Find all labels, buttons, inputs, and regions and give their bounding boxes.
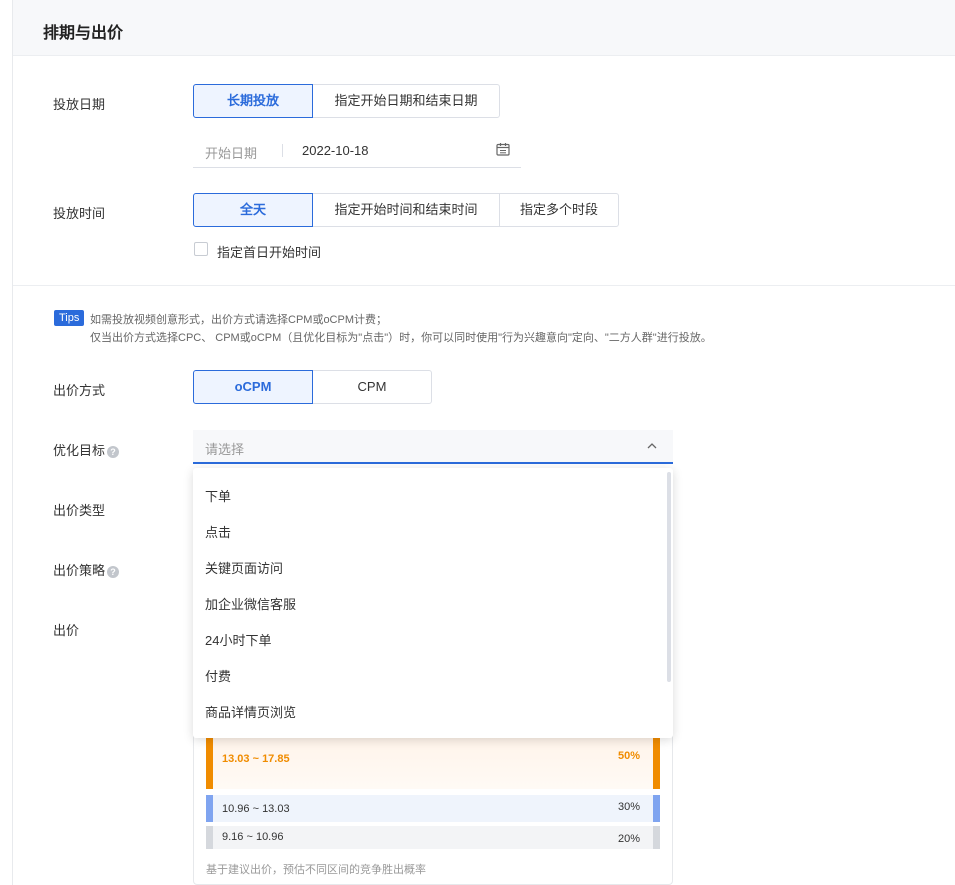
probability-band-low: 9.16 ~ 10.96 20%: [206, 826, 660, 849]
time-option-multi[interactable]: 指定多个时段: [499, 193, 619, 227]
section-divider: [13, 285, 955, 286]
band-right-bar: [653, 737, 660, 789]
goal-option-order-24h[interactable]: 24小时下单: [205, 630, 271, 649]
goal-option-pay[interactable]: 付费: [205, 666, 231, 685]
date-mode-segment: 长期投放 指定开始日期和结束日期: [193, 84, 500, 118]
help-icon[interactable]: ?: [107, 565, 120, 578]
calendar-icon[interactable]: [496, 142, 510, 156]
section-title: 排期与出价: [43, 25, 124, 42]
bid-strategy-label-text: 出价策略: [53, 563, 106, 578]
goal-label-text: 优化目标: [53, 443, 106, 458]
bid-method-label: 出价方式: [53, 383, 106, 398]
band-left-bar: [206, 737, 213, 789]
bid-method-cpm[interactable]: CPM: [312, 370, 432, 404]
section-header: 排期与出价: [13, 0, 955, 56]
bid-strategy-label: 出价策略?: [53, 560, 120, 579]
start-date-picker[interactable]: 开始日期 2022-10-18: [193, 133, 521, 168]
bid-method-ocpm[interactable]: oCPM: [193, 370, 313, 404]
tips-line-2: 仅当出价方式选择CPC、 CPM或oCPM（且优化目标为"点击"）时，你可以同时…: [90, 332, 712, 344]
schedule-bid-card: 排期与出价 投放日期 长期投放 指定开始日期和结束日期 开始日期 2022-10…: [12, 0, 955, 885]
date-label: 投放日期: [53, 97, 106, 112]
tips-line-1: 如需投放视频创意形式，出价方式请选择CPM或oCPM计费；: [90, 314, 388, 326]
time-mode-segment: 全天 指定开始时间和结束时间 指定多个时段: [193, 193, 619, 227]
goal-option-wecom[interactable]: 加企业微信客服: [205, 594, 296, 613]
first-day-checkbox[interactable]: [194, 242, 208, 256]
time-option-range[interactable]: 指定开始时间和结束时间: [312, 193, 500, 227]
start-date-value: 2022-10-18: [302, 143, 369, 158]
goal-select-placeholder: 请选择: [205, 442, 245, 457]
band-left-bar: [206, 826, 213, 849]
bid-label: 出价: [53, 623, 80, 638]
date-option-range[interactable]: 指定开始日期和结束日期: [312, 84, 500, 118]
bid-type-label: 出价类型: [53, 503, 106, 518]
goal-option-key-page[interactable]: 关键页面访问: [205, 558, 283, 577]
band-left-bar: [206, 795, 213, 822]
band-right-bar: [653, 795, 660, 822]
probability-note: 基于建议出价，预估不同区间的竞争胜出概率: [206, 864, 426, 876]
probability-band-high: 13.03 ~ 17.85 50%: [206, 737, 660, 789]
time-label: 投放时间: [53, 206, 106, 221]
chevron-up-icon[interactable]: [647, 441, 657, 451]
bid-method-segment: oCPM CPM: [193, 370, 432, 404]
band-percent: 20%: [617, 833, 640, 845]
band-percent: 50%: [617, 750, 640, 762]
band-range: 9.16 ~ 10.96: [222, 831, 284, 843]
band-range: 13.03 ~ 17.85: [222, 753, 290, 765]
goal-option-order[interactable]: 下单: [205, 486, 231, 505]
goal-dropdown: 下单 点击 关键页面访问 加企业微信客服 24小时下单 付费 商品详情页浏览: [193, 468, 673, 738]
date-separator: [282, 144, 283, 157]
dropdown-scrollbar[interactable]: [667, 472, 671, 682]
help-icon[interactable]: ?: [107, 445, 120, 458]
probability-band-mid: 10.96 ~ 13.03 30%: [206, 795, 660, 822]
goal-label: 优化目标?: [53, 440, 120, 459]
band-percent: 30%: [617, 801, 640, 813]
first-day-checkbox-label: 指定首日开始时间: [217, 245, 322, 260]
date-option-long-term[interactable]: 长期投放: [193, 84, 313, 118]
time-option-all-day[interactable]: 全天: [193, 193, 313, 227]
goal-option-product-view[interactable]: 商品详情页浏览: [205, 702, 296, 721]
band-right-bar: [653, 826, 660, 849]
tips-badge: Tips: [54, 310, 85, 326]
win-probability-panel: 13.03 ~ 17.85 50% 10.96 ~ 13.03 30% 9.16…: [193, 720, 673, 885]
start-date-placeholder: 开始日期: [205, 146, 258, 161]
band-range: 10.96 ~ 13.03: [222, 803, 290, 815]
goal-option-click[interactable]: 点击: [205, 522, 231, 541]
goal-select[interactable]: 请选择: [193, 430, 673, 464]
